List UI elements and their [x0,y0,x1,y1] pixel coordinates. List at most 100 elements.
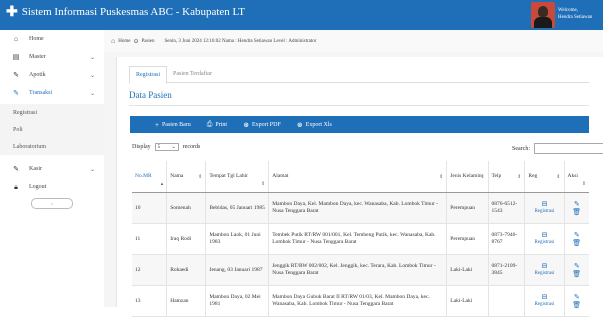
column-header-aksi[interactable]: Aksi ⇕ [564,161,589,193]
cell-jenis-kelamin: Perempuan [446,223,489,255]
trash-icon[interactable]: 🗑︎ [572,239,581,247]
trash-icon[interactable]: 🗑︎ [572,270,581,278]
column-label: No.MR [135,173,152,179]
registrasi-button[interactable]: ⊟ Registrasi [528,201,560,215]
registrasi-label: Registrasi [534,240,555,245]
print-button[interactable]: ⎙ Print [207,120,227,129]
sort-icon: ⇕ [517,175,522,180]
cell-telp: 0873-7946-8767 [488,223,526,255]
cell-jenis-kelamin: Perempuan [446,192,489,224]
table-row: 13 Hamzan Mambon Daya, 02 Mei 1981 Mambo… [132,285,589,317]
cell-alamat: Tembek Putik RT/RW 001/001, Kel. Tembeng… [268,223,448,255]
cell-reg: ⊟ Registrasi [524,254,565,286]
sort-icon: ⇕ [480,175,485,180]
column-label: Nama [170,173,184,179]
inbox-icon: ⊟ [541,200,548,208]
sidebar-item-master[interactable]: ▤ Master ⌄ [0,48,104,66]
tab-registrasi[interactable]: Registrasi [129,66,167,84]
sidebar-item-kasir[interactable]: ✎ Kasir ⌄ [0,160,104,178]
cell-jenis-kelamin: Laki-Laki [446,285,489,317]
cell-ttl: Jenang, 03 Januari 1987 [205,254,270,286]
cell-nama: Somenah [166,192,207,224]
plus-icon: + [155,120,159,129]
sort-icon: ⇕ [581,182,586,187]
welcome-text: Welcome, [558,8,579,13]
user-avatar[interactable] [531,2,555,28]
edit-icon[interactable]: ✎ [574,293,580,301]
cell-aksi: ✎ 🗑︎ [564,254,589,286]
column-header-telp[interactable]: Telp ⇕ [488,161,526,193]
records-label: records [182,144,201,150]
column-header-jenis-kelamin[interactable]: Jenis Kelamin ⇕ [446,161,489,193]
sort-icon: ⇕ [198,175,203,180]
sidebar-collapse-button[interactable]: ‹ [31,198,73,209]
column-label: Jenis Kelamin [450,173,482,179]
edit-icon[interactable]: ✎ [574,262,580,270]
home-icon: ⌂ [111,37,116,45]
sort-icon: ⇕ [439,175,444,180]
export-xls-button[interactable]: ⊛ Export Xls [297,121,332,129]
column-label: Aksi [567,173,578,179]
page-length-control: Display 5 ⌄ records [132,143,200,151]
column-header-no-mr[interactable]: No.MR ▴ [132,161,168,193]
trash-icon[interactable]: 🗑︎ [572,301,581,309]
display-label: Display [132,144,151,150]
page-length-select[interactable]: 5 ⌄ [154,143,179,151]
sidebar-item-apotik[interactable]: ✎ Apotik ⌄ [0,66,104,84]
inbox-icon: ⊟ [541,293,548,301]
cell-no-mr: 13 [132,285,168,317]
button-label: Export PDF [251,121,281,128]
divider [129,105,589,106]
sidebar-item-logout[interactable]: 🔒︎ Logout [0,178,104,196]
chevron-down-icon: ⌄ [90,90,96,97]
sidebar-item-label: Master [29,54,46,60]
registrasi-button[interactable]: ⊟ Registrasi [528,294,560,308]
cell-telp [488,285,526,317]
export-pdf-button[interactable]: ⊛ Export PDF [243,121,281,129]
inbox-icon: ⊟ [541,231,548,239]
user-menu[interactable]: Welcome, Hendra Setiawan [558,7,592,21]
cell-telp: 0876-6512-1543 [488,192,526,224]
patient-table: No.MR ▴ Nama ⇕ Tempat Tgl Lahir ⇕ Alamat ⇕ J… [132,161,589,317]
new-patient-button[interactable]: + Pasien Baru [155,121,191,129]
edit-icon[interactable]: ✎ [574,200,580,208]
tab-pasien-terdaftar[interactable]: Pasien Terdaftar [167,66,218,82]
column-header-reg[interactable]: Reg ⇕ [524,161,565,193]
cell-reg: ⊟ Registrasi [524,285,565,317]
cell-no-mr: 11 [132,223,168,255]
sidebar-item-home[interactable]: ⌂ Home [0,30,104,48]
column-header-nama[interactable]: Nama ⇕ [166,161,207,193]
sidebar-item-transaksi[interactable]: ✎ Transaksi ⌄ [0,84,104,102]
app-brand[interactable]: ✚ Sistem Informasi Puskesmas ABC - Kabup… [6,5,245,19]
column-header-ttl[interactable]: Tempat Tgl Lahir ⇕ [205,161,270,193]
cell-alamat: Mambon Daya, Kel. Mambon Daya, kec. Wana… [268,192,448,224]
column-label: Alamat [272,173,289,179]
sidebar-subitem-poli[interactable]: Poli [0,121,104,138]
table-row: 10 Somenah Bebidas, 05 Januari 1985 Mamb… [132,192,589,224]
column-header-alamat[interactable]: Alamat ⇕ [268,161,448,193]
search-input[interactable] [534,143,603,154]
trash-icon[interactable]: 🗑︎ [572,208,581,216]
cell-aksi: ✎ 🗑︎ [564,223,589,255]
cell-nama: Iraq Rodi [166,223,207,255]
column-label: Telp [491,173,502,179]
edit-icon: ✎ [13,89,19,97]
cell-reg: ⊟ Registrasi [524,192,565,224]
page-length-value: 5 [157,144,161,150]
inbox-icon: ⊟ [541,262,548,270]
sidebar-subitem-registrasi[interactable]: Registrasi [0,104,104,121]
cell-reg: ⊟ Registrasi [524,223,565,255]
registrasi-button[interactable]: ⊟ Registrasi [528,263,560,277]
search-label: Search: [512,145,530,152]
home-icon: ⌂ [13,35,19,43]
lock-icon: 🔒︎ [14,182,18,191]
sidebar-subitem-label: Registrasi [13,109,37,116]
edit-icon[interactable]: ✎ [574,231,580,239]
sidebar-subitem-laboratorium[interactable]: Laboratorium [0,138,104,155]
chevron-down-icon: ⌄ [90,166,96,173]
sidebar-item-label: Logout [29,184,47,190]
session-status: Senin, 3 Juni 2024 12:16:02 Nama : Hendr… [164,38,317,44]
registrasi-button[interactable]: ⊟ Registrasi [528,232,560,246]
top-bar: ✚ Sistem Informasi Puskesmas ABC - Kabup… [0,0,603,30]
breadcrumb-home[interactable]: Home [118,39,130,44]
